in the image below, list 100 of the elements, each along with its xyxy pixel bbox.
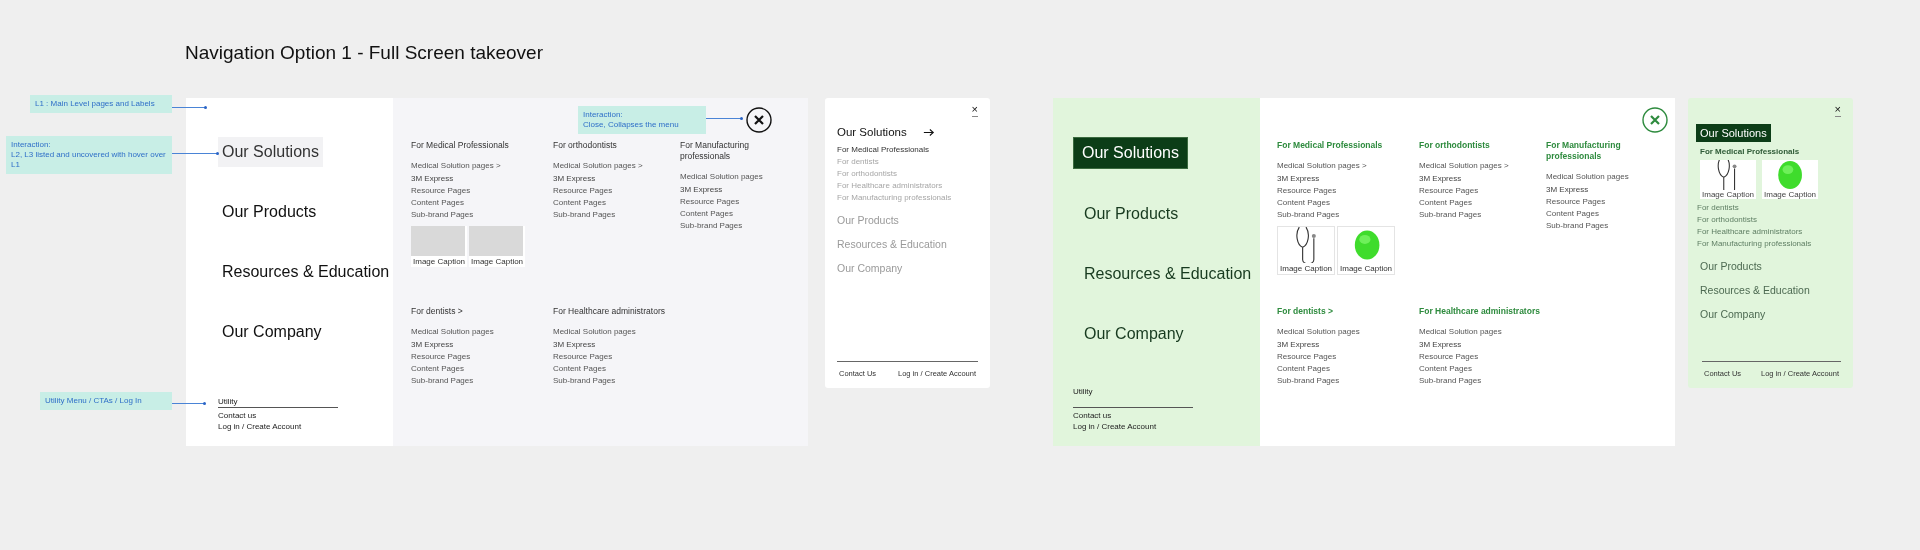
menu-link[interactable]: Resource Pages (1419, 352, 1479, 362)
annotation-note: Utility Menu / CTAs / Log In (40, 392, 172, 410)
nav-item[interactable]: Resources & Education (1076, 259, 1260, 289)
menu-link[interactable]: Medical Solution pages > (553, 161, 643, 170)
nav-item[interactable]: Our Solutions (1696, 124, 1771, 142)
group-heading[interactable]: For orthodontists (553, 140, 617, 151)
menu-link[interactable]: Content Pages (411, 198, 464, 208)
submenu-item[interactable]: For Manufacturing professionals (1697, 238, 1841, 250)
menu-link[interactable]: Resource Pages (411, 186, 471, 196)
nav-item[interactable]: Our Company (1076, 319, 1192, 349)
group-heading[interactable]: For orthodontists (1419, 140, 1490, 151)
menu-link[interactable]: Medical Solution pages (680, 172, 763, 181)
menu-link[interactable]: Resource Pages (553, 186, 613, 196)
nav-item[interactable]: Our Company (218, 317, 326, 347)
group-heading[interactable]: For Healthcare administrators (553, 306, 665, 317)
image-card[interactable]: Image Caption (1762, 160, 1819, 199)
close-button[interactable]: × (971, 104, 978, 117)
submenu-item[interactable]: For orthodontists (1697, 214, 1841, 226)
utility-link[interactable]: Contact us (218, 410, 338, 421)
menu-link[interactable]: 3M Express (1277, 174, 1320, 184)
menu-link[interactable]: 3M Express (1546, 185, 1589, 195)
menu-link[interactable]: Resource Pages (1419, 186, 1479, 196)
menu-link[interactable]: Sub-brand Pages (411, 210, 474, 220)
submenu-item[interactable]: For Medical Professionals (837, 144, 978, 156)
menu-link[interactable]: Sub-brand Pages (1277, 376, 1340, 386)
group-heading[interactable]: For Medical Professionals (411, 140, 509, 151)
utility-link[interactable]: Log in / Create Account (218, 421, 338, 432)
menu-link[interactable]: 3M Express (1277, 340, 1320, 350)
menu-link[interactable]: 3M Express (553, 340, 596, 350)
nav-item[interactable]: Our Products (1700, 258, 1762, 274)
menu-link[interactable]: Medical Solution pages (1277, 327, 1360, 336)
utility-link[interactable]: Log in / Create Account (1073, 421, 1193, 432)
group-heading[interactable]: For Healthcare administrators (1419, 306, 1540, 317)
menu-link[interactable]: Content Pages (411, 364, 464, 374)
group-heading[interactable]: For dentists > (1277, 306, 1333, 317)
menu-link[interactable]: Content Pages (1419, 198, 1472, 208)
image-card[interactable]: Image Caption (1277, 226, 1336, 275)
arrow-icon[interactable] (922, 127, 935, 137)
annotation-note: L1 : Main Level pages and Labels (30, 95, 172, 113)
menu-link[interactable]: Resource Pages (1277, 186, 1337, 196)
utility-link[interactable]: Contact us (1073, 410, 1193, 421)
menu-link[interactable]: Medical Solution pages > (411, 161, 501, 170)
menu-link[interactable]: Medical Solution pages (1419, 327, 1502, 336)
image-card[interactable]: Image Caption (411, 226, 468, 267)
menu-link[interactable]: Medical Solution pages (553, 327, 636, 336)
group-heading[interactable]: For dentists > (411, 306, 463, 317)
nav-item[interactable]: Our Products (218, 197, 321, 227)
image-card[interactable]: Image Caption (1700, 160, 1757, 199)
nav-item[interactable]: Our Solutions (837, 124, 907, 140)
nav-item[interactable]: Resources & Education (1700, 282, 1810, 298)
menu-link[interactable]: Sub-brand Pages (680, 221, 743, 231)
menu-link[interactable]: Resource Pages (553, 352, 613, 362)
menu-link[interactable]: Content Pages (1419, 364, 1472, 374)
menu-link[interactable]: Content Pages (680, 209, 733, 219)
menu-link[interactable]: 3M Express (411, 340, 454, 350)
menu-link[interactable]: Content Pages (553, 364, 606, 374)
menu-link[interactable]: 3M Express (680, 185, 723, 195)
image-placeholder (469, 226, 524, 256)
menu-link[interactable]: Sub-brand Pages (411, 376, 474, 386)
menu-link[interactable]: Content Pages (553, 198, 606, 208)
menu-link[interactable]: Sub-brand Pages (553, 376, 616, 386)
menu-link[interactable]: Medical Solution pages (1546, 172, 1629, 181)
image-card[interactable]: Image Caption (469, 226, 526, 267)
menu-link[interactable]: Resource Pages (680, 197, 740, 207)
menu-link[interactable]: 3M Express (411, 174, 454, 184)
leader-line (172, 403, 205, 404)
image-card[interactable]: Image Caption (1337, 226, 1396, 275)
menu-link[interactable]: 3M Express (553, 174, 596, 184)
image-caption: Image Caption (1339, 263, 1394, 274)
menu-link[interactable]: Resource Pages (1277, 352, 1337, 362)
image-caption: Image Caption (470, 256, 525, 267)
nav-item[interactable]: Our Products (1076, 199, 1187, 229)
menu-link[interactable]: Sub-brand Pages (1277, 210, 1340, 220)
submenu-item[interactable]: For Healthcare administrators (1697, 226, 1841, 238)
menu-link[interactable]: Sub-brand Pages (553, 210, 616, 220)
menu-link[interactable]: Content Pages (1546, 209, 1599, 219)
group-heading[interactable]: For Manufacturing professionals (680, 140, 790, 162)
submenu-item[interactable]: For Medical Professionals (1700, 146, 1841, 158)
nav-item[interactable]: Resources & Education (218, 257, 394, 287)
nav-item[interactable]: Our Company (1700, 306, 1766, 322)
menu-link[interactable]: Sub-brand Pages (1419, 210, 1482, 220)
utility-label: Utility (218, 396, 239, 407)
menu-link[interactable]: Medical Solution pages > (1419, 161, 1509, 170)
menu-link[interactable]: 3M Express (1419, 340, 1462, 350)
nav-item[interactable]: Our Solutions (218, 137, 323, 167)
menu-link[interactable]: Content Pages (1277, 364, 1330, 374)
menu-link[interactable]: Content Pages (1277, 198, 1330, 208)
menu-link[interactable]: Medical Solution pages > (1277, 161, 1367, 170)
close-icon[interactable] (746, 107, 772, 133)
submenu-item[interactable]: For dentists (1697, 202, 1841, 214)
menu-link[interactable]: Sub-brand Pages (1546, 221, 1609, 231)
group-heading[interactable]: For Medical Professionals (1277, 140, 1383, 151)
menu-link[interactable]: 3M Express (1419, 174, 1462, 184)
close-button[interactable]: × (1834, 104, 1841, 117)
menu-link[interactable]: Sub-brand Pages (1419, 376, 1482, 386)
menu-link[interactable]: Resource Pages (411, 352, 471, 362)
menu-link[interactable]: Medical Solution pages (411, 327, 494, 336)
nav-item[interactable]: Our Solutions (1073, 137, 1188, 169)
group-heading[interactable]: For Manufacturing professionals (1546, 140, 1657, 162)
menu-link[interactable]: Resource Pages (1546, 197, 1606, 207)
